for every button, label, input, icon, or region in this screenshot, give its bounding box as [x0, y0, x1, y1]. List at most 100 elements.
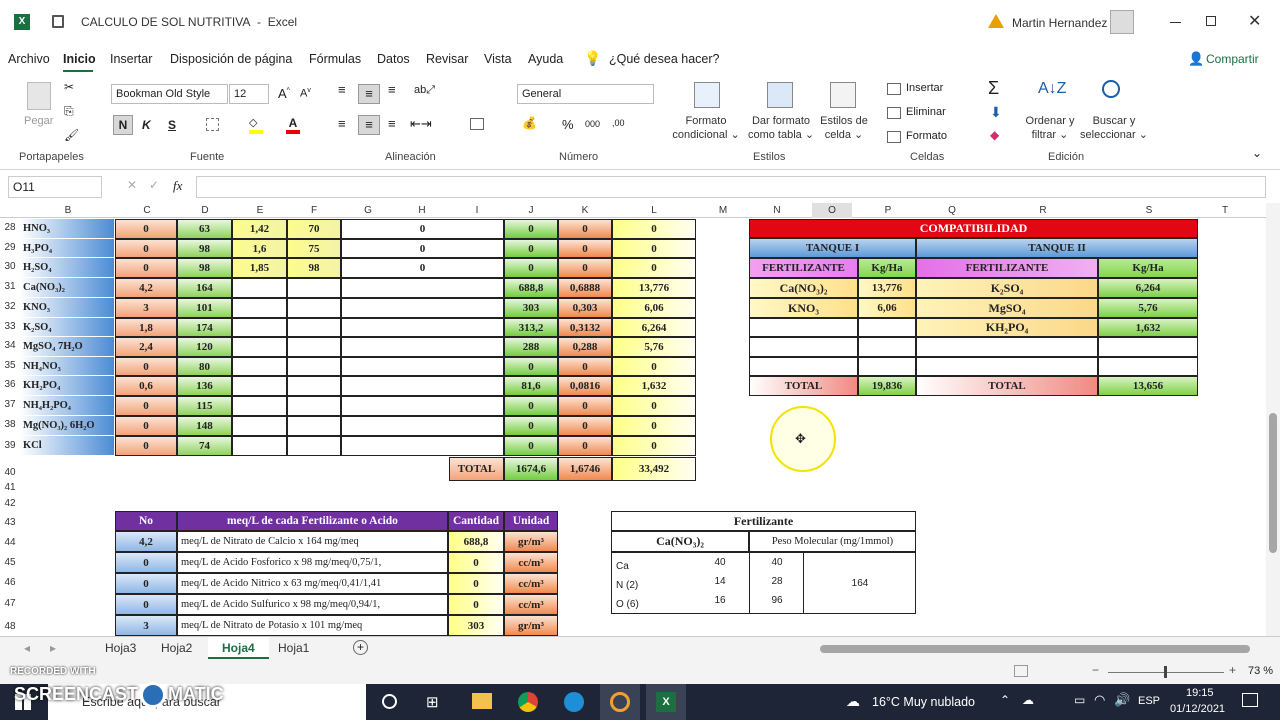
fert-pm-header[interactable]: Peso Molecular (mg/1mmol)	[749, 531, 916, 552]
empty-cell[interactable]	[287, 416, 341, 436]
pm-cell[interactable]: 74	[177, 436, 232, 456]
meq-cell[interactable]: 0	[115, 258, 177, 278]
empty-cell[interactable]	[287, 436, 341, 456]
empty-cell[interactable]	[287, 357, 341, 376]
atomic-weight[interactable]: 16	[700, 592, 740, 608]
find-select-icon[interactable]	[1102, 80, 1120, 98]
percent-icon[interactable]: %	[562, 117, 574, 132]
restore-button[interactable]	[1206, 16, 1216, 26]
fertilizer-name[interactable]: HNO₃	[20, 219, 114, 239]
cancel-icon[interactable]: ✕	[127, 178, 137, 192]
task-view-icon[interactable]	[382, 694, 397, 709]
total-label[interactable]: TOTAL	[449, 457, 504, 481]
grams-cell[interactable]: 0	[504, 396, 558, 416]
pm-cell[interactable]: 174	[177, 318, 232, 337]
indent-icon[interactable]: ⇤⇥	[410, 116, 432, 132]
tank2-value[interactable]: 1,632	[1098, 318, 1198, 337]
meq-cell[interactable]: 0	[115, 219, 177, 239]
kgha-cell[interactable]: 5,76	[612, 337, 696, 357]
decimal-icon[interactable]: ,00	[612, 118, 625, 128]
menu-inicio[interactable]: Inicio	[63, 52, 96, 66]
pm-cell[interactable]: 164	[177, 278, 232, 298]
tray-chevron-icon[interactable]: ⌃	[1000, 693, 1010, 707]
chrome-icon[interactable]	[518, 692, 538, 712]
tank2-value[interactable]	[1098, 357, 1198, 376]
row-header[interactable]: 45	[0, 557, 20, 568]
clock-date[interactable]: 01/12/2021	[1170, 703, 1225, 715]
tank2-fert[interactable]	[916, 357, 1098, 376]
tank1-fert[interactable]: KNO₃	[749, 298, 858, 318]
column-header[interactable]: M	[703, 203, 743, 218]
wifi-icon[interactable]: ◠	[1094, 692, 1105, 708]
meq-no[interactable]: 0	[115, 594, 177, 615]
empty-cell[interactable]	[232, 376, 287, 396]
acid-cell[interactable]	[341, 278, 504, 298]
row-header[interactable]: 42	[0, 498, 20, 509]
vertical-scrollbar[interactable]	[1266, 203, 1280, 636]
recorder-icon[interactable]	[600, 684, 640, 720]
horizontal-scrollbar[interactable]	[784, 643, 1260, 655]
fertilizer-name[interactable]: KNO₃	[20, 298, 114, 318]
column-header[interactable]: F	[294, 203, 334, 218]
page-layout-icon[interactable]	[1014, 665, 1028, 677]
meq-cell[interactable]: 0	[115, 416, 177, 436]
fill-color-icon[interactable]: ◇	[249, 116, 263, 134]
empty-cell[interactable]	[232, 337, 287, 357]
paste-button[interactable]: Pegar	[24, 114, 53, 128]
column-header[interactable]: C	[127, 203, 167, 218]
grams-cell[interactable]: 0	[504, 258, 558, 278]
pm-cell[interactable]: 98	[177, 258, 232, 278]
minimize-button[interactable]	[1170, 22, 1181, 23]
tank2-header[interactable]: TANQUE II	[916, 238, 1198, 258]
pm-cell[interactable]: 120	[177, 337, 232, 357]
weather-text[interactable]: 16°C Muy nublado	[872, 695, 975, 709]
tab-next-icon[interactable]: ▸	[50, 641, 56, 655]
element-name[interactable]: N (2)	[613, 577, 673, 593]
orientation-icon[interactable]: ab⤢	[414, 84, 435, 97]
share-icon[interactable]: 👤	[1188, 51, 1204, 67]
kgha-cell[interactable]: 1,632	[612, 376, 696, 396]
row-header[interactable]: 40	[0, 467, 20, 478]
close-button[interactable]: ✕	[1248, 11, 1261, 31]
horizontal-scroll-thumb[interactable]	[820, 645, 1250, 653]
meq-header[interactable]: Cantidad	[448, 511, 504, 531]
menu-archivo[interactable]: Archivo	[8, 52, 50, 66]
empty-cell[interactable]	[287, 396, 341, 416]
tank2-fert[interactable]	[916, 337, 1098, 357]
grow-font-icon[interactable]: A^	[278, 86, 290, 101]
meq-desc[interactable]: meq/L de Nitrato de Calcio x 164 mg/meq	[177, 531, 448, 552]
edge-icon[interactable]	[564, 692, 584, 712]
italic-button[interactable]: K	[142, 118, 151, 132]
copy-icon[interactable]: ⎘	[64, 104, 74, 119]
currency-icon[interactable]: 💰	[522, 116, 537, 130]
shrink-font-icon[interactable]: Av	[300, 87, 311, 100]
kgha-cell[interactable]: 6,264	[612, 318, 696, 337]
meq-cell[interactable]: 0	[115, 357, 177, 376]
kg-cell[interactable]: 0	[558, 219, 612, 239]
menu-insertar[interactable]: Insertar	[110, 52, 152, 66]
grams-cell[interactable]: 313,2	[504, 318, 558, 337]
pm-cell[interactable]: 98	[177, 239, 232, 258]
save-icon[interactable]	[52, 15, 64, 28]
insert-cells-button[interactable]: Insertar	[906, 82, 943, 94]
conditional-format-button[interactable]: Formato condicional ⌄	[670, 114, 742, 142]
cut-icon[interactable]: ✂	[64, 80, 74, 94]
pm-cell[interactable]: 63	[177, 219, 232, 239]
pm-cell[interactable]: 136	[177, 376, 232, 396]
formula-input[interactable]	[196, 176, 1266, 198]
number-format-select[interactable]: General	[517, 84, 654, 104]
tank1-fert[interactable]	[749, 337, 858, 357]
meq-qty[interactable]: 0	[448, 552, 504, 573]
tank1-value[interactable]: 6,06	[858, 298, 916, 318]
tank1-value[interactable]	[858, 337, 916, 357]
cell-styles-button[interactable]: Estilos de celda ⌄	[816, 114, 872, 142]
kg-cell[interactable]: 0	[558, 416, 612, 436]
kg-cell[interactable]: 0,303	[558, 298, 612, 318]
zoom-in-icon[interactable]: +	[1229, 663, 1236, 677]
tank2-total-label[interactable]: TOTAL	[916, 376, 1098, 396]
align-middle-icon[interactable]: ≡	[358, 84, 380, 104]
row-header[interactable]: 48	[0, 621, 20, 632]
acid-cell[interactable]	[341, 376, 504, 396]
row-header[interactable]: 30	[0, 261, 20, 272]
bold-button[interactable]: N	[113, 115, 133, 135]
